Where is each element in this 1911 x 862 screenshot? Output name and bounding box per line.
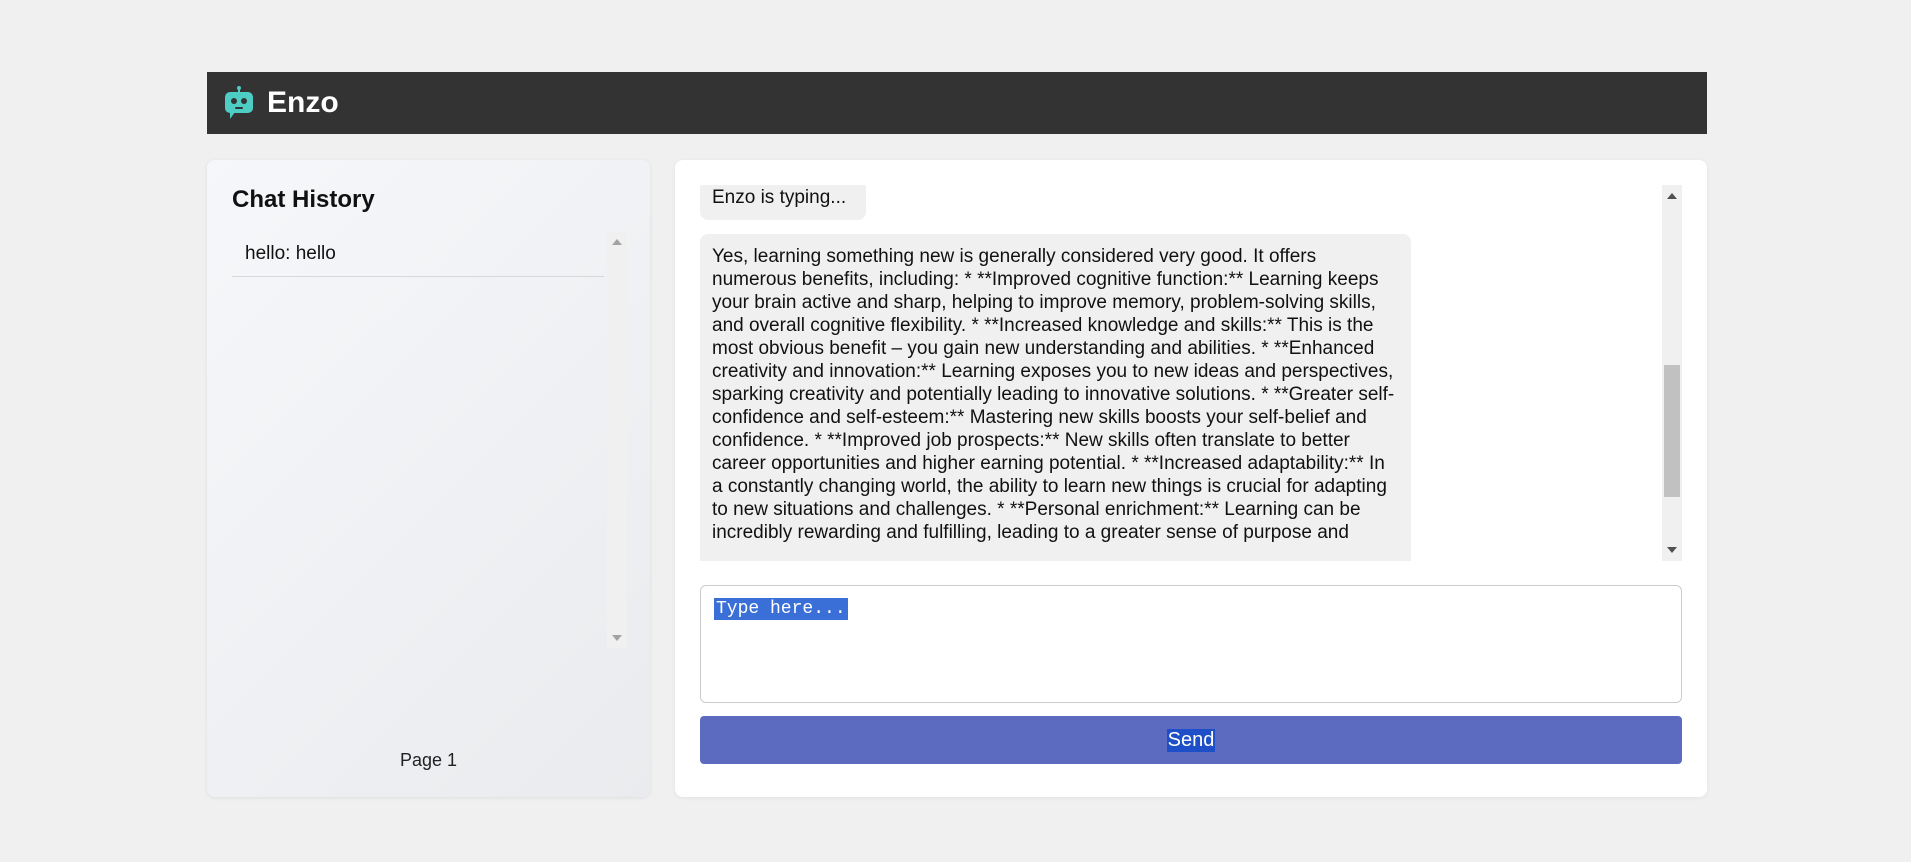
scroll-down-icon[interactable] <box>1667 547 1677 553</box>
chat-history-sidebar: Chat History hello: hello Page 1 <box>207 160 650 797</box>
message-list: Enzo is typing... Yes, learning somethin… <box>700 185 1682 561</box>
bot-message: Yes, learning something new is generally… <box>700 234 1411 561</box>
send-button[interactable]: Send <box>700 716 1682 764</box>
app-title: Enzo <box>267 86 339 119</box>
message-input[interactable] <box>701 586 1681 702</box>
typing-indicator: Enzo is typing... <box>700 185 866 220</box>
chat-panel: Enzo is typing... Yes, learning somethin… <box>675 160 1707 797</box>
sidebar-title: Chat History <box>232 186 375 213</box>
history-item[interactable]: hello: hello <box>232 232 604 277</box>
page-indicator: Page 1 <box>399 750 458 770</box>
scroll-up-icon[interactable] <box>612 239 622 245</box>
app-header: Enzo <box>207 72 1707 134</box>
scroll-up-icon[interactable] <box>1667 193 1677 199</box>
robot-icon <box>225 86 253 119</box>
send-label: Send <box>1166 728 1216 752</box>
history-scrollbar[interactable] <box>607 232 627 648</box>
messages-scrollbar[interactable] <box>1662 185 1682 561</box>
chat-history-list: hello: hello <box>232 232 627 648</box>
scrollbar-thumb[interactable] <box>1664 365 1680 497</box>
scroll-down-icon[interactable] <box>612 635 622 641</box>
message-input-box[interactable]: Type here... <box>700 585 1682 703</box>
